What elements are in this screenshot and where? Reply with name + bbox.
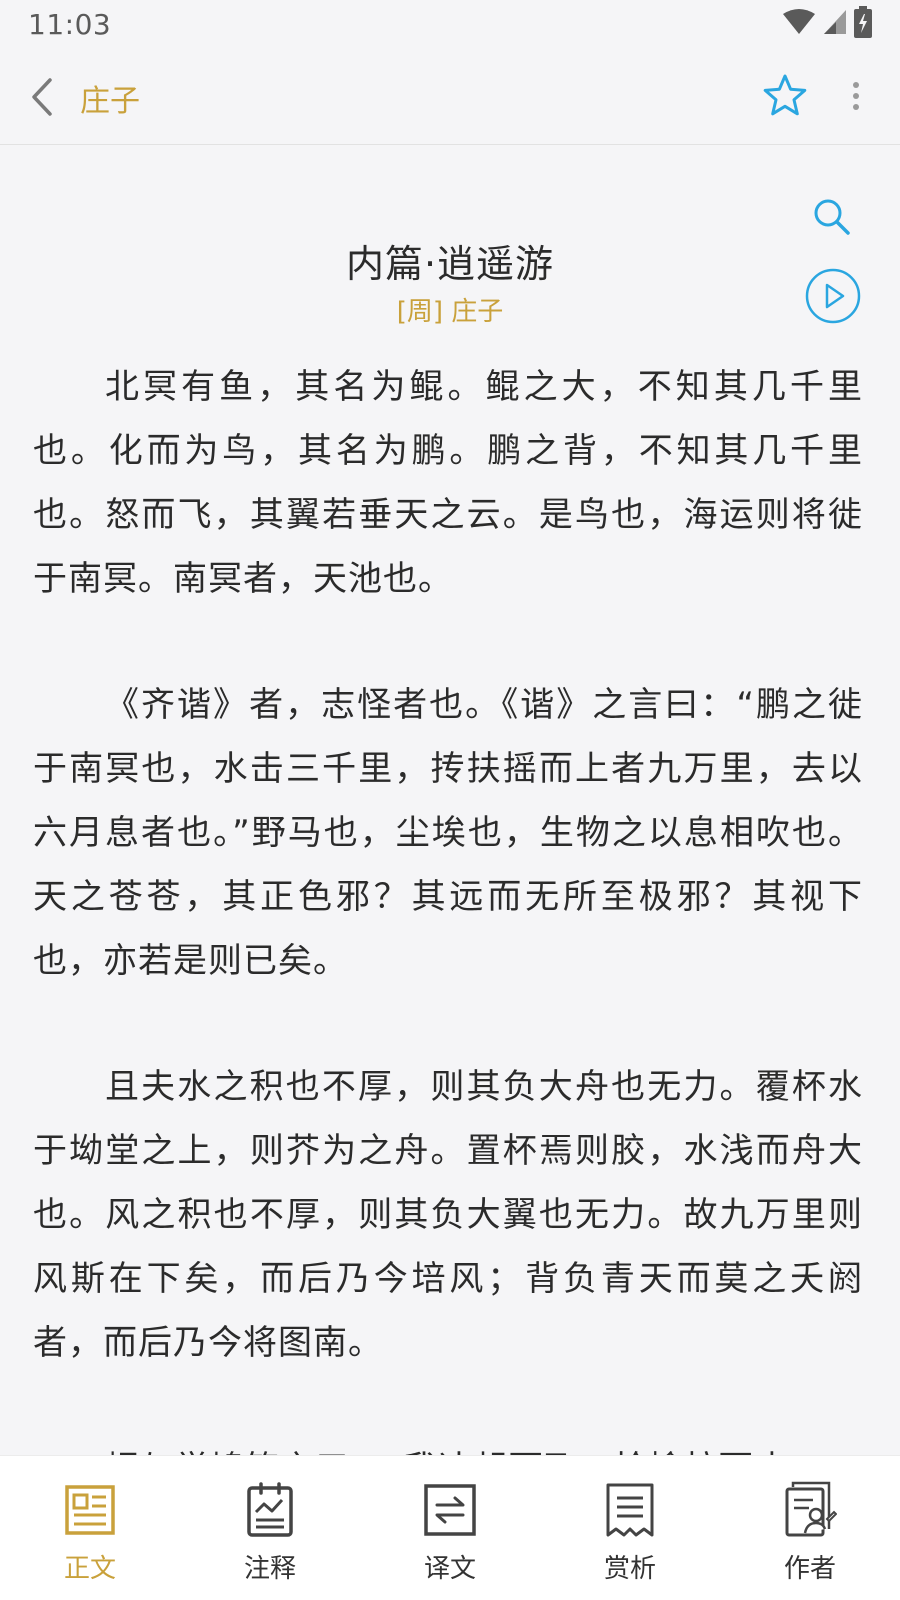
nav-item-translation[interactable]: 译文 xyxy=(360,1456,540,1600)
favorite-button[interactable] xyxy=(760,70,810,120)
poem-title: 内篇·逍遥游 xyxy=(345,242,555,286)
nav-label: 正文 xyxy=(63,1554,116,1584)
annotation-icon xyxy=(242,1480,298,1540)
nav-label: 译文 xyxy=(423,1554,476,1584)
poem-author[interactable]: [周] 庄子 xyxy=(0,291,900,328)
app-title: 庄子 xyxy=(80,84,140,119)
app-bar: 庄子 xyxy=(0,50,900,145)
back-button[interactable] xyxy=(22,72,62,122)
poem-body: 北冥有鱼，其名为鲲。鲲之大，不知其几千里也。化而为鸟，其名为鹏。鹏之背，不知其几… xyxy=(33,355,863,1455)
translation-icon xyxy=(422,1480,478,1540)
more-vertical-icon xyxy=(853,82,859,110)
poem-paragraph: 蜩与学鸠笑之曰：“我决起而飞，抢榆枋而止， xyxy=(33,1437,863,1455)
search-icon xyxy=(814,199,850,235)
poem-paragraph: 且夫水之积也不厚，则其负大舟也无力。覆杯水于坳堂之上，则芥为之舟。置杯焉则胶，水… xyxy=(33,1067,863,1363)
battery-icon xyxy=(854,6,872,42)
text-icon xyxy=(62,1480,118,1540)
nav-label: 注释 xyxy=(243,1554,296,1584)
appreciation-icon xyxy=(602,1480,658,1540)
nav-item-text[interactable]: 正文 xyxy=(0,1456,180,1600)
bottom-nav: 正文 注释 译文 赏析 作者 xyxy=(0,1455,900,1600)
signal-icon xyxy=(822,8,848,40)
screen: 11:03 庄子 内篇·逍遥游 [周] 庄子 北冥有鱼，其名为鲲。鲲之大，不知其… xyxy=(0,0,900,1600)
status-bar: 11:03 xyxy=(0,0,900,50)
status-time: 11:03 xyxy=(28,8,112,41)
status-icons xyxy=(782,6,872,42)
chevron-left-icon xyxy=(32,78,52,116)
nav-item-appreciation[interactable]: 赏析 xyxy=(540,1456,720,1600)
wifi-icon xyxy=(782,8,816,40)
poem-content[interactable]: 内篇·逍遥游 [周] 庄子 北冥有鱼，其名为鲲。鲲之大，不知其几千里也。化而为鸟… xyxy=(0,145,900,1455)
star-icon xyxy=(763,74,807,116)
poem-paragraph: 北冥有鱼，其名为鲲。鲲之大，不知其几千里也。化而为鸟，其名为鹏。鹏之背，不知其几… xyxy=(33,367,863,599)
author-icon xyxy=(782,1480,838,1540)
poem-paragraph: 《齐谐》者，志怪者也。《谐》之言曰：“鹏之徙于南冥也，水击三千里，抟扶摇而上者九… xyxy=(33,685,863,981)
nav-item-annotation[interactable]: 注释 xyxy=(180,1456,360,1600)
nav-label: 作者 xyxy=(783,1554,836,1584)
nav-item-author[interactable]: 作者 xyxy=(720,1456,900,1600)
more-options-button[interactable] xyxy=(846,76,866,116)
nav-label: 赏析 xyxy=(603,1554,656,1584)
